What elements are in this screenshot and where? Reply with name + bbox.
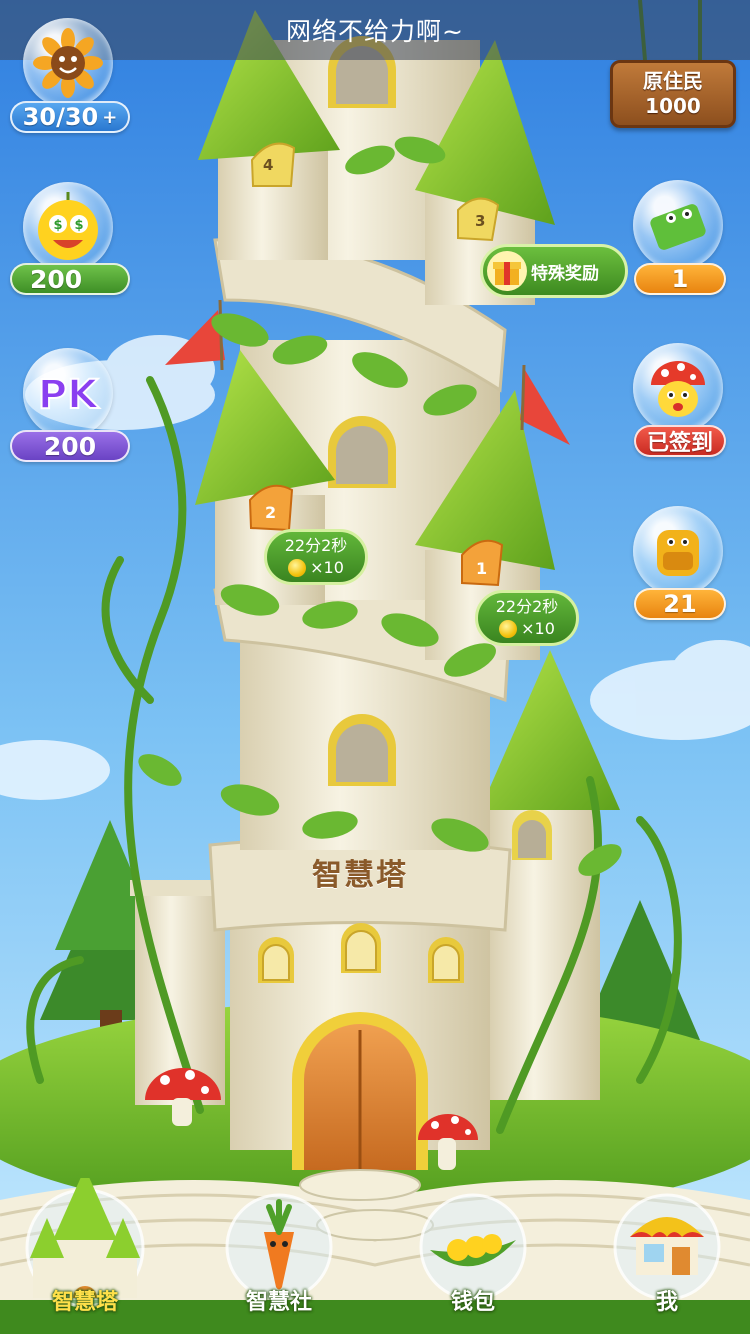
backpack-icon: [657, 530, 699, 576]
money-face-icon: $ $: [38, 192, 98, 260]
special-reward-label: 特殊奖励: [531, 263, 599, 284]
checkin-status: 已签到: [634, 425, 726, 457]
door-number-2[interactable]: 2: [265, 503, 276, 522]
backpack-value: 21: [663, 590, 697, 618]
tickets-button[interactable]: [633, 180, 723, 270]
energy-value: 30/30: [22, 103, 99, 131]
toast-text: 网络不给力啊~: [286, 17, 464, 46]
pk-button[interactable]: PK: [23, 348, 113, 438]
special-reward-button[interactable]: 特殊奖励: [480, 244, 628, 298]
coin-icon: [499, 620, 518, 638]
backpack-button[interactable]: [633, 506, 723, 596]
energy-plus[interactable]: +: [102, 107, 117, 128]
door-number-4[interactable]: 4: [263, 156, 273, 174]
nav-label: 智慧塔: [51, 1290, 118, 1315]
timer-time: 22分2秒: [495, 597, 559, 616]
native-value: 1000: [645, 94, 701, 118]
pk-icon-text: PK: [38, 372, 100, 418]
native-title: 原住民: [643, 69, 703, 93]
mushroom-face-icon: [651, 361, 705, 417]
tower-title: 智慧塔: [312, 858, 408, 893]
pk-counter: 200: [10, 430, 130, 462]
tickets-counter: 1: [634, 263, 726, 295]
coins-button[interactable]: $ $: [23, 182, 113, 272]
nav-label: 钱包: [450, 1290, 495, 1315]
svg-text:$: $: [74, 218, 83, 233]
timer-multiplier: ×10: [521, 619, 555, 638]
checkin-button[interactable]: [633, 343, 723, 433]
door-number-1[interactable]: 1: [476, 559, 487, 578]
nav-tower[interactable]: 智慧塔: [18, 1178, 152, 1328]
coin-icon: [288, 559, 307, 577]
energy-button[interactable]: [23, 18, 113, 108]
svg-text:$: $: [53, 218, 62, 233]
pk-icon: PK: [37, 371, 101, 419]
nav-label: 我: [655, 1290, 678, 1315]
timer-multiplier: ×10: [310, 558, 344, 577]
timer-time: 22分2秒: [284, 536, 348, 555]
timer-badge[interactable]: 22分2秒 ×10: [264, 529, 368, 585]
checkin-status-text: 已签到: [646, 431, 713, 456]
pk-value: 200: [43, 431, 97, 461]
green-envelope-icon: [650, 204, 706, 250]
timer-badge[interactable]: 22分2秒 ×10: [475, 590, 579, 646]
coins-value: 200: [30, 264, 83, 294]
coins-counter: 200: [10, 263, 130, 295]
sunflower-icon: [33, 28, 103, 98]
gift-icon: [487, 251, 527, 291]
backpack-counter: 21: [634, 588, 726, 620]
door-number-3[interactable]: 3: [475, 212, 485, 230]
energy-counter: 30/30 +: [10, 101, 130, 133]
nav-community[interactable]: 智慧社: [224, 1192, 334, 1328]
nav-wallet[interactable]: 钱包: [418, 1192, 528, 1328]
nav-label: 智慧社: [245, 1290, 312, 1315]
nav-me[interactable]: 我: [612, 1192, 722, 1328]
native-sign[interactable]: 原住民 1000: [610, 60, 736, 128]
tickets-value: 1: [671, 265, 689, 293]
